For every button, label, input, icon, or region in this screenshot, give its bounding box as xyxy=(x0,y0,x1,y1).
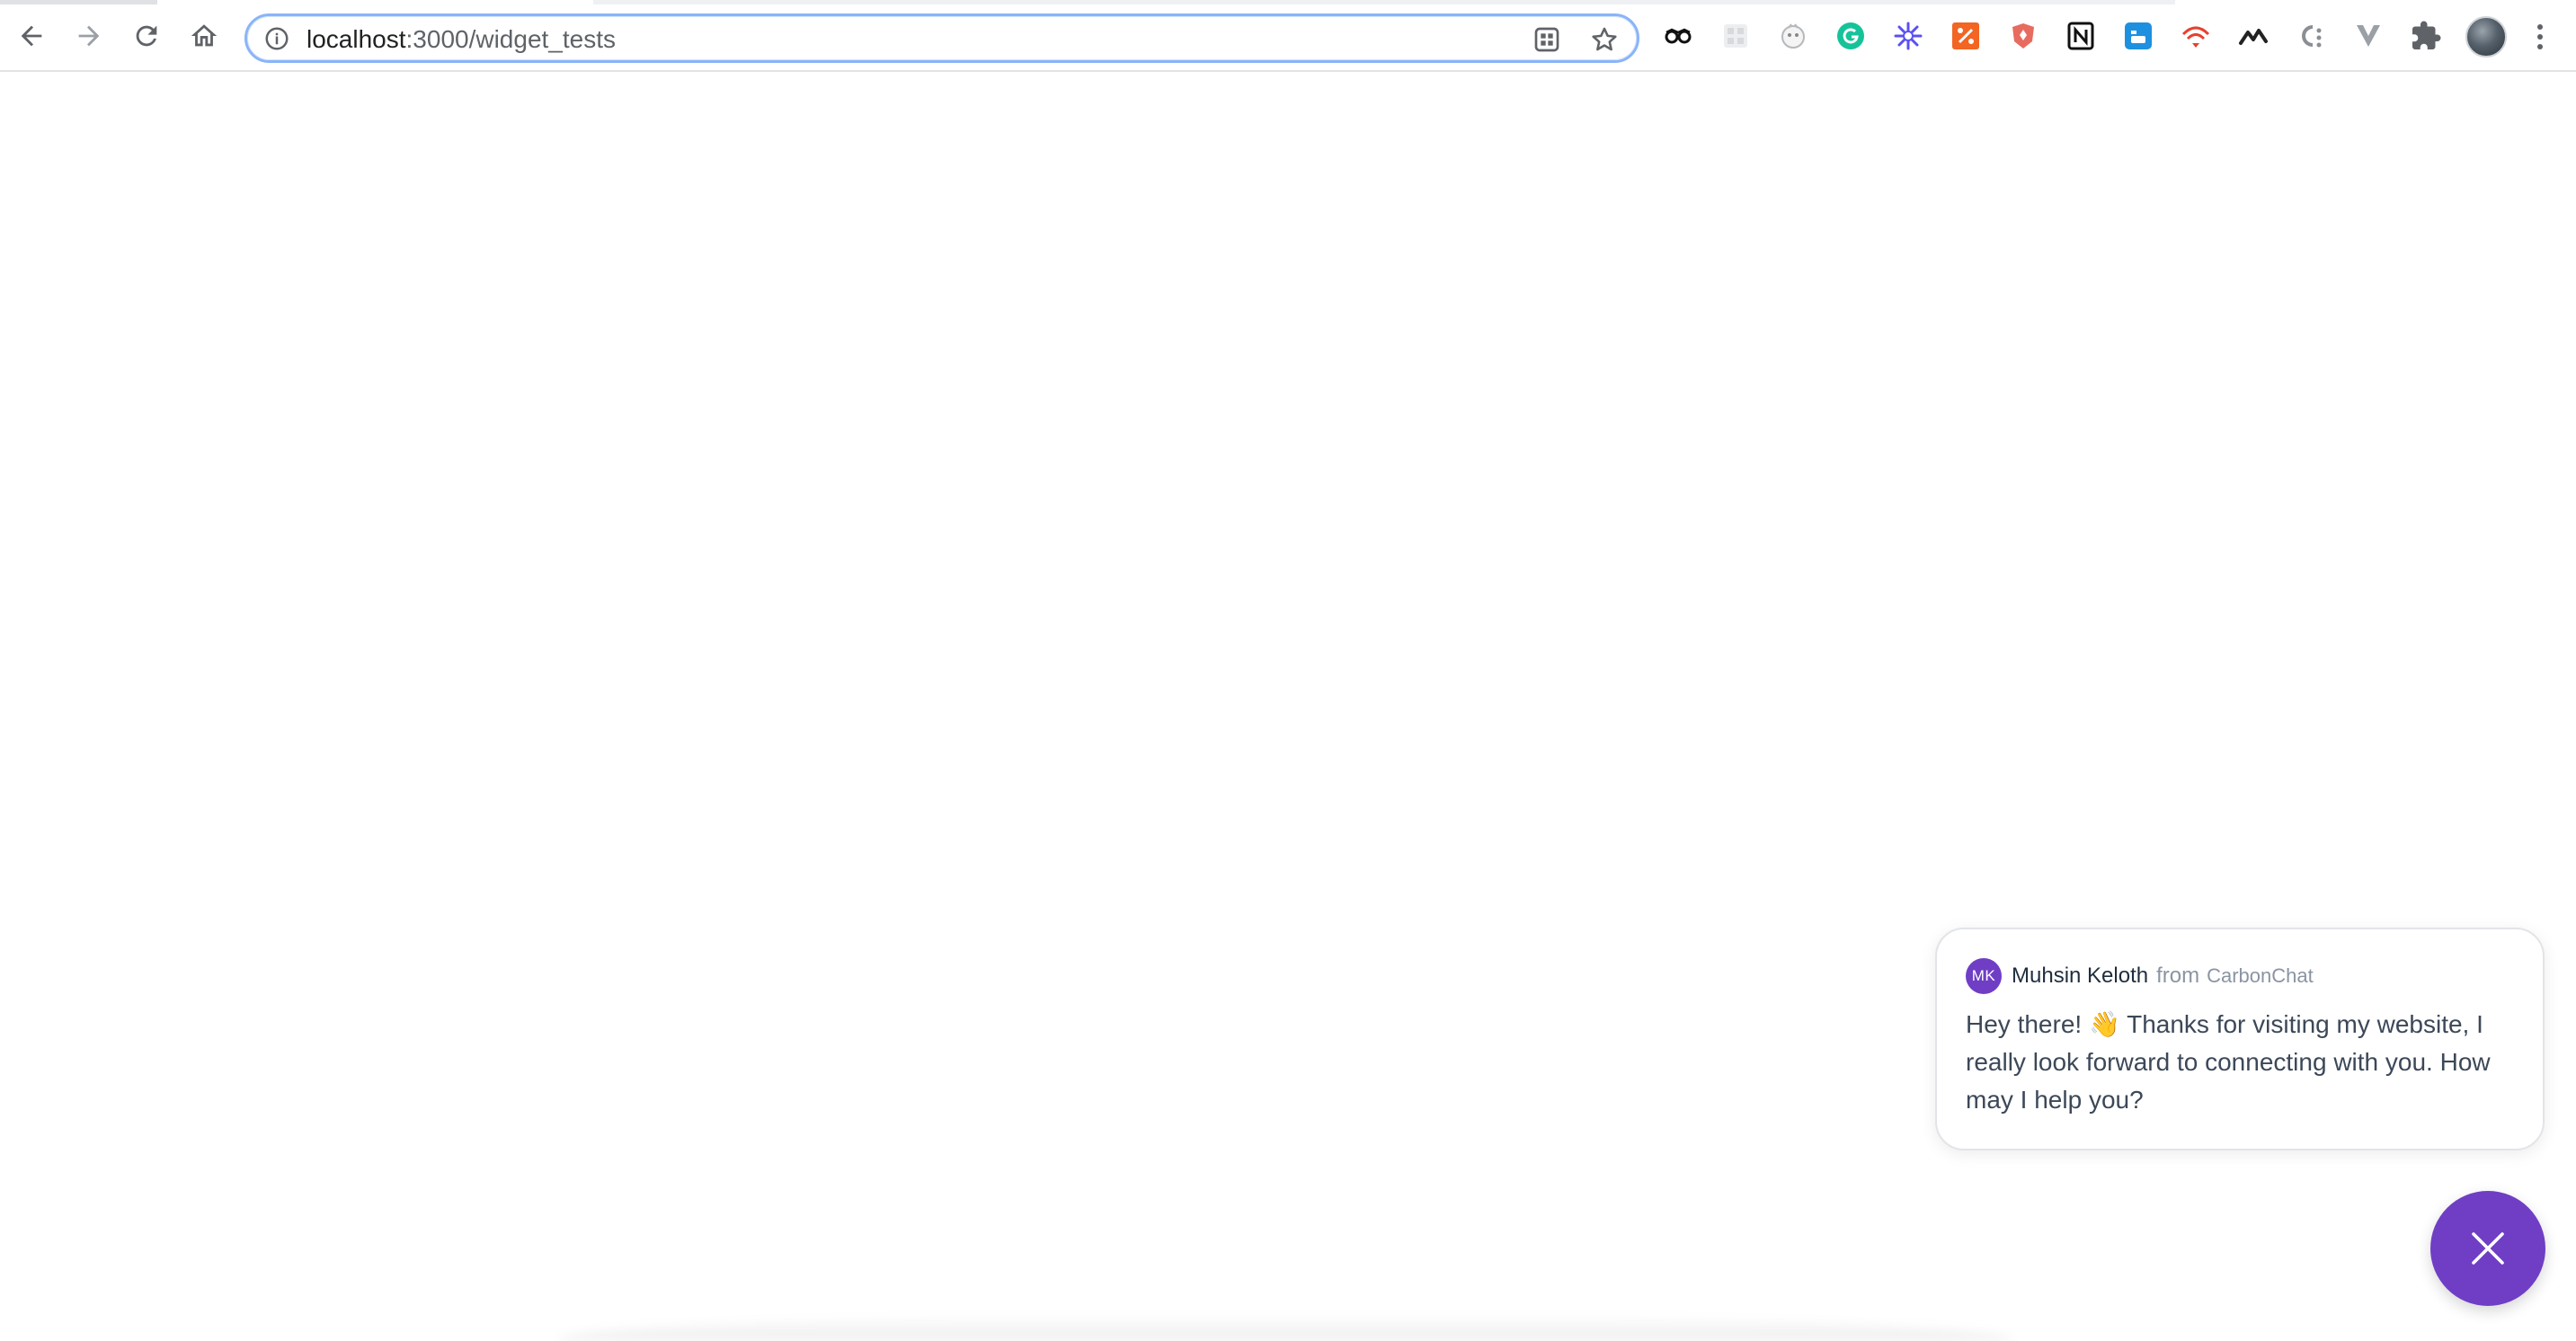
chat-message: Hey there! 👋 Thanks for visiting my webs… xyxy=(1966,1010,2491,1114)
percent-extension-icon[interactable] xyxy=(1950,20,1982,52)
star-icon[interactable] xyxy=(1589,24,1620,55)
kebab-menu-icon[interactable] xyxy=(2529,22,2551,52)
wave-extension-icon[interactable] xyxy=(2237,20,2270,52)
page-content xyxy=(0,74,2576,1341)
close-chat-button[interactable] xyxy=(2430,1191,2545,1306)
red-wifi-extension-icon[interactable] xyxy=(2180,20,2212,52)
url-path: :3000/widget_tests xyxy=(405,25,617,53)
v-extension-icon[interactable] xyxy=(2352,20,2385,52)
home-button[interactable] xyxy=(184,16,224,56)
reload-icon xyxy=(136,25,157,47)
arrow-left-icon xyxy=(21,25,42,47)
close-icon xyxy=(2472,1232,2504,1265)
reload-button[interactable] xyxy=(127,16,166,56)
info-icon[interactable] xyxy=(263,25,290,52)
org-name: CarbonChat xyxy=(2207,964,2314,987)
grid-extension-icon[interactable] xyxy=(1719,20,1752,52)
asterisk-extension-icon[interactable] xyxy=(1892,20,1924,52)
agent-avatar: MK xyxy=(1966,958,2002,994)
arrow-right-icon xyxy=(78,25,100,47)
agent-name: Muhsin Keloth xyxy=(2012,964,2149,988)
tab-strip xyxy=(0,0,2576,4)
grammarly-extension-icon[interactable] xyxy=(1834,20,1867,52)
chat-header: MK Muhsin Keloth from CarbonChat xyxy=(1966,958,2314,994)
from-label: from xyxy=(2156,964,2200,988)
home-icon xyxy=(191,24,218,47)
blue-square-extension-icon[interactable] xyxy=(2122,20,2154,52)
face-extension-icon[interactable] xyxy=(1777,20,1809,52)
qr-grid-icon[interactable] xyxy=(1532,25,1561,54)
url-text[interactable]: localhost:3000/widget_tests xyxy=(306,26,616,53)
active-tab-edge[interactable] xyxy=(0,0,157,4)
c-dots-extension-icon[interactable] xyxy=(2295,20,2327,52)
puzzle-extensions-icon[interactable] xyxy=(2410,20,2442,52)
shield-extension-icon[interactable] xyxy=(2007,20,2039,52)
glasses-extension-icon[interactable] xyxy=(1662,20,1694,52)
forward-button[interactable] xyxy=(69,16,109,56)
notion-extension-icon[interactable] xyxy=(2065,20,2097,52)
back-button[interactable] xyxy=(12,16,51,56)
chat-bubble[interactable]: MK Muhsin Keloth from CarbonChat Hey the… xyxy=(1935,928,2545,1150)
address-bar[interactable]: localhost:3000/widget_tests xyxy=(244,13,1639,63)
inactive-tab-edge[interactable] xyxy=(593,0,2175,4)
browser-toolbar: localhost:3000/widget_tests xyxy=(0,0,2576,72)
profile-avatar[interactable] xyxy=(2465,16,2507,58)
url-host: localhost xyxy=(306,25,406,53)
